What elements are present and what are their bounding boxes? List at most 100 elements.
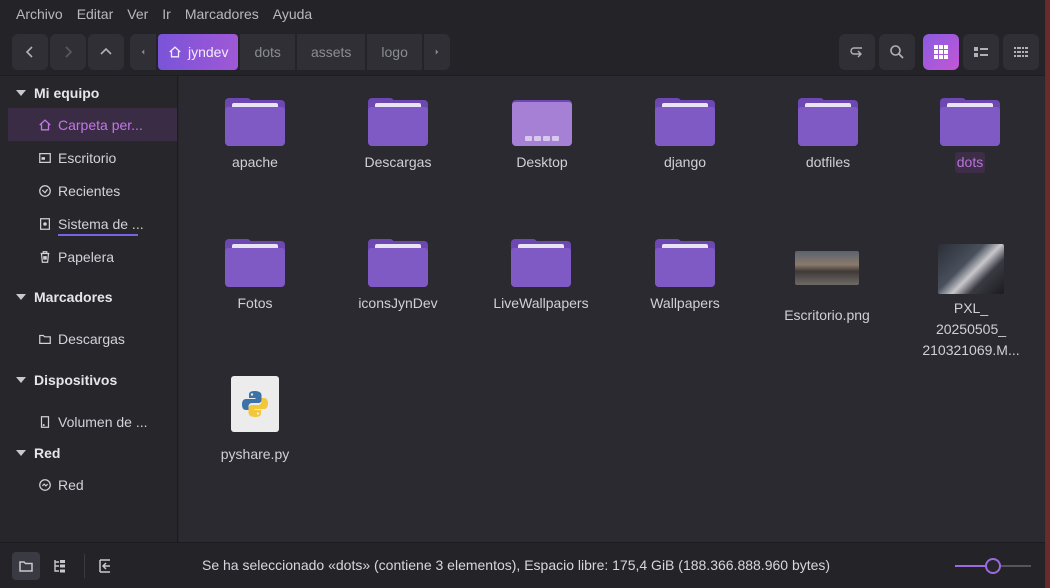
breadcrumb-item-dots[interactable]: dots: [240, 33, 295, 70]
breadcrumb-scroll-right[interactable]: [423, 33, 450, 70]
breadcrumb-scroll-left[interactable]: [130, 33, 156, 70]
file-item-escritorio-png[interactable]: Escritorio.png: [762, 239, 892, 326]
sidebar-item-label: Red: [58, 476, 84, 493]
back-button[interactable]: [12, 33, 48, 70]
folder-icon: [224, 239, 286, 289]
breadcrumb-label: jyndev: [188, 43, 229, 60]
tree-panel-button[interactable]: [46, 552, 74, 580]
sidebar-item-volumen[interactable]: Volumen de ...: [8, 405, 177, 438]
menu-ayuda[interactable]: Ayuda: [267, 6, 318, 22]
desktop-folder-icon: [511, 98, 573, 148]
file-item-wallpapers[interactable]: Wallpapers: [620, 239, 750, 314]
menu-archivo[interactable]: Archivo: [10, 6, 69, 22]
chevron-up-icon: [100, 47, 112, 55]
file-item-dots[interactable]: dots: [905, 98, 1035, 173]
compact-view-button[interactable]: [1003, 34, 1039, 70]
divider: [84, 553, 85, 578]
sidebar-item-escritorio[interactable]: Escritorio: [8, 141, 177, 174]
icon-view-button[interactable]: [923, 34, 959, 70]
trash-icon: [40, 250, 50, 263]
breadcrumb-item-logo[interactable]: logo: [367, 33, 422, 70]
folder-icon: [367, 239, 429, 289]
folder-icon: [797, 98, 859, 148]
file-item-iconsjyndev[interactable]: iconsJynDev: [333, 239, 463, 314]
section-mi-equipo[interactable]: Mi equipo: [8, 78, 177, 108]
tree-icon: [54, 559, 65, 572]
zoom-slider[interactable]: [955, 555, 1031, 577]
video-thumbnail: [938, 244, 1004, 294]
section-dispositivos[interactable]: Dispositivos: [8, 365, 177, 395]
list-icon: [974, 47, 988, 57]
sidebar-item-label: Papelera: [58, 248, 115, 265]
menu-ver[interactable]: Ver: [121, 6, 154, 22]
menubar: Archivo Editar Ver Ir Marcadores Ayuda: [0, 0, 1045, 28]
file-item-descargas[interactable]: Descargas: [333, 98, 463, 173]
file-name: Escritorio.png: [784, 307, 870, 323]
desktop-icon: [39, 152, 51, 163]
clock-icon: [39, 184, 51, 197]
file-item-pyshare[interactable]: pyshare.py: [190, 376, 320, 465]
section-title: Mi equipo: [34, 85, 100, 101]
sidebar-item-sistema[interactable]: Sistema de ...: [8, 207, 177, 240]
up-button[interactable]: [88, 33, 124, 70]
folder-icon: [510, 239, 572, 289]
sidebar-item-label: Carpeta per...: [58, 116, 143, 133]
volume-icon: [40, 415, 50, 428]
section-red[interactable]: Red: [8, 438, 177, 468]
expand-triangle-icon: [16, 377, 26, 383]
file-item-livewallpapers[interactable]: LiveWallpapers: [476, 239, 606, 314]
file-item-pxl-video[interactable]: PXL_ 20250505_ 210321069.M...: [906, 244, 1036, 361]
home-icon: [39, 118, 51, 130]
search-button[interactable]: [879, 34, 915, 70]
places-panel-button[interactable]: [12, 551, 40, 580]
file-name: dotfiles: [805, 154, 851, 170]
menu-ir[interactable]: Ir: [156, 6, 177, 22]
zoom-handle[interactable]: [985, 558, 1001, 574]
forward-button[interactable]: [50, 33, 86, 70]
list-view-button[interactable]: [963, 34, 999, 70]
home-icon: [169, 45, 181, 57]
file-name: iconsJynDev: [358, 295, 438, 311]
compact-list-icon: [1014, 47, 1028, 57]
hide-sidebar-button[interactable]: [91, 552, 119, 580]
breadcrumb-item-assets[interactable]: assets: [296, 33, 366, 70]
file-name-line: PXL_: [953, 300, 989, 316]
file-item-fotos[interactable]: Fotos: [190, 239, 320, 314]
section-marcadores[interactable]: Marcadores: [8, 282, 177, 312]
view-tools: [839, 34, 1039, 70]
sidebar-item-label: Sistema de ...: [58, 215, 144, 232]
sidebar-item-recientes[interactable]: Recientes: [8, 174, 177, 207]
toggle-location-button[interactable]: [839, 34, 875, 70]
file-item-django[interactable]: django: [620, 98, 750, 173]
image-thumbnail-wrap: [762, 251, 892, 301]
python-logo-icon: [242, 391, 268, 417]
expand-triangle-icon: [16, 450, 26, 456]
sidebar-item-home[interactable]: Carpeta per...: [8, 108, 177, 141]
breadcrumb-item-jyndev[interactable]: jyndev: [158, 33, 239, 70]
file-name: PXL_ 20250505_ 210321069.M...: [906, 298, 1036, 361]
file-name: pyshare.py: [220, 446, 290, 462]
file-item-dotfiles[interactable]: dotfiles: [763, 98, 893, 173]
sidebar-item-papelera[interactable]: Papelera: [8, 240, 177, 273]
file-name: Wallpapers: [650, 295, 720, 311]
menu-editar[interactable]: Editar: [71, 6, 120, 22]
file-name: Desktop: [516, 154, 568, 170]
menu-marcadores[interactable]: Marcadores: [179, 6, 265, 22]
file-manager-window: Archivo Editar Ver Ir Marcadores Ayuda j…: [0, 0, 1046, 588]
sidebar-item-red[interactable]: Red: [8, 468, 177, 501]
sidebar: Mi equipo Carpeta per... Escritorio Reci…: [8, 76, 178, 542]
folder-icon: [367, 98, 429, 148]
folder-icon: [39, 334, 51, 344]
file-grid: apache Descargas Desktop django dotfiles…: [179, 76, 1045, 542]
expand-triangle-icon: [16, 294, 26, 300]
file-item-apache[interactable]: apache: [190, 98, 320, 173]
chevron-right-icon: [65, 45, 73, 58]
caret-right-icon: [435, 49, 439, 54]
return-arrow-icon: [850, 47, 862, 58]
python-file-icon: [231, 376, 279, 432]
file-item-desktop[interactable]: Desktop: [477, 98, 607, 173]
file-name: apache: [232, 154, 278, 170]
search-icon: [890, 45, 904, 59]
file-name: LiveWallpapers: [493, 295, 589, 311]
sidebar-item-descargas[interactable]: Descargas: [8, 322, 177, 355]
